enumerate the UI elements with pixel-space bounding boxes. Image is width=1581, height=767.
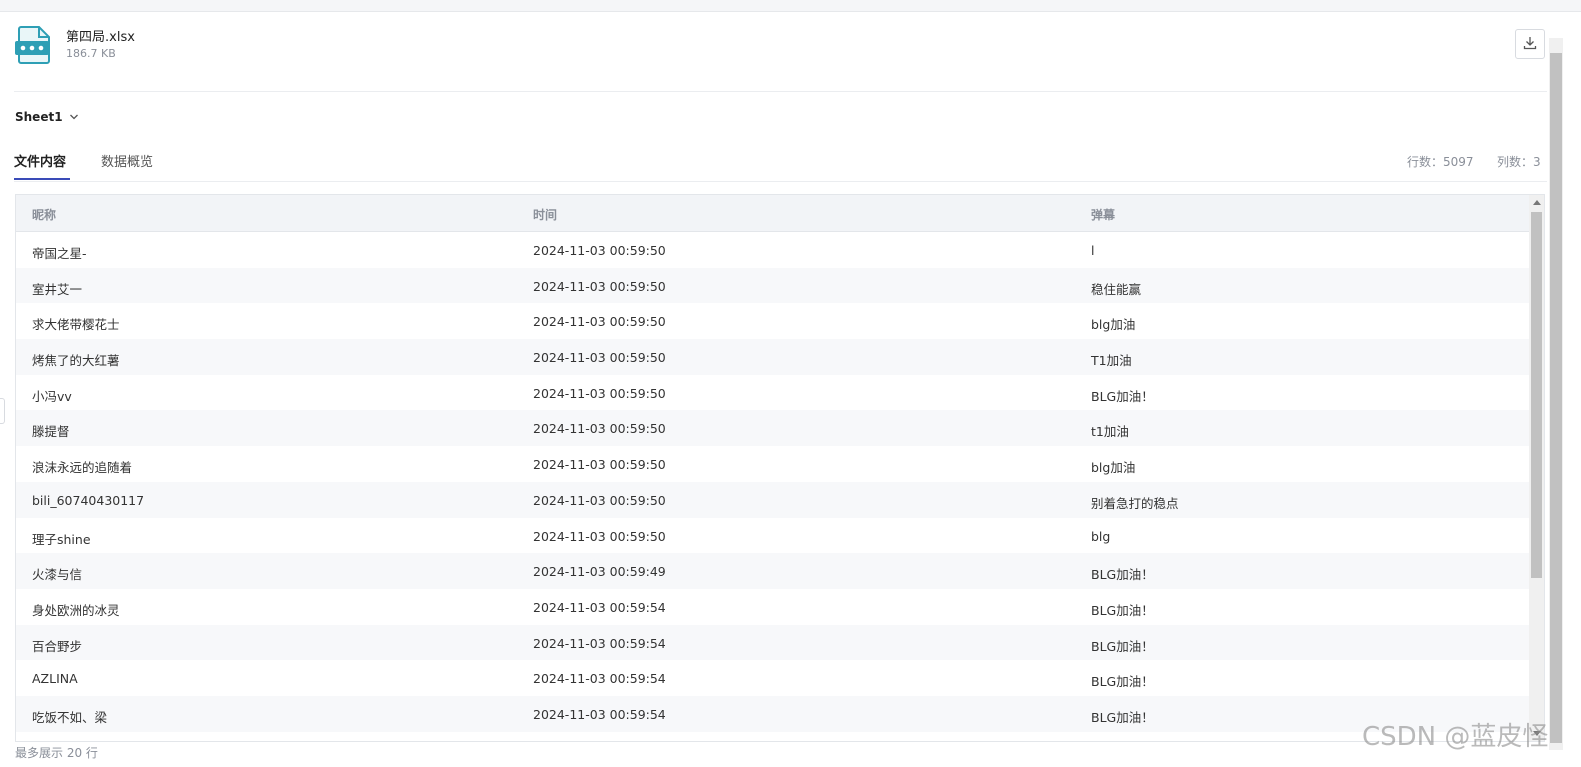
- row-count: 行数：5097: [1407, 155, 1474, 169]
- cell-time: 2024-11-03 00:59:50: [533, 314, 666, 330]
- divider: [14, 181, 1547, 182]
- data-table: 昵称 时间 弹幕 帝国之星- 2024-11-03 00:59:50 l 室井艾…: [15, 194, 1545, 742]
- cell-danmaku: blg加油: [1091, 317, 1136, 333]
- scroll-up-arrow-icon[interactable]: [1533, 200, 1541, 205]
- cell-nickname: 火漆与信: [32, 567, 83, 583]
- cell-nickname: 滕提督: [32, 424, 70, 440]
- cell-time: 2024-11-03 00:59:50: [533, 457, 666, 473]
- page-scrollbar-thumb[interactable]: [1550, 53, 1562, 743]
- divider: [14, 91, 1547, 92]
- cell-time: 2024-11-03 00:59:50: [533, 278, 666, 294]
- spreadsheet-file-icon: [15, 25, 53, 65]
- cell-danmaku: BLG加油！: [1091, 709, 1154, 725]
- table-row: 帝国之星- 2024-11-03 00:59:50 l: [16, 232, 1529, 268]
- table-row: 身处欧洲的冰灵 2024-11-03 00:59:54 BLG加油！: [16, 589, 1529, 625]
- cell-nickname: 理子shine: [32, 531, 91, 547]
- cell-time: 2024-11-03 00:59:50: [533, 350, 666, 366]
- table-row: 烤焦了的大红薯 2024-11-03 00:59:50 T1加油: [16, 339, 1529, 375]
- cell-time: 2024-11-03 00:59:50: [533, 243, 666, 258]
- table-row: 吃饭不如、梁 2024-11-03 00:59:54 BLG加油！: [16, 695, 1529, 732]
- cell-time: 2024-11-03 00:59:50: [533, 492, 666, 508]
- table-row: 理子shine 2024-11-03 00:59:50 blg: [16, 518, 1529, 554]
- cell-danmaku: l: [1091, 243, 1095, 258]
- cell-danmaku: BLG加油！: [1091, 602, 1154, 618]
- cell-danmaku: BLG加油！: [1091, 638, 1154, 654]
- cell-time: 2024-11-03 00:59:49: [533, 564, 666, 580]
- cell-danmaku: 稳住能赢: [1091, 281, 1142, 297]
- top-bar: [0, 0, 1581, 12]
- cell-nickname: AZLINA: [32, 671, 78, 687]
- table-row: 滕提督 2024-11-03 00:59:50 t1加油: [16, 410, 1529, 447]
- cell-nickname: bili_60740430117: [32, 492, 145, 508]
- watermark: CSDN @蓝皮怪: [1362, 722, 1549, 752]
- cell-time: 2024-11-03 00:59:50: [533, 528, 666, 544]
- cell-nickname: 吃饭不如、梁: [32, 709, 108, 725]
- sheet-label: Sheet1: [15, 110, 63, 124]
- download-icon: [1523, 35, 1537, 54]
- table-row: AZLINA 2024-11-03 00:59:54 BLG加油！: [16, 660, 1529, 696]
- cell-danmaku: 别着急打的稳点: [1091, 495, 1179, 511]
- side-panel-handle[interactable]: [0, 398, 5, 424]
- table-scrollbar[interactable]: [1529, 195, 1544, 741]
- column-header-danmaku[interactable]: 弹幕: [1091, 206, 1115, 223]
- cell-danmaku: BLG加油！: [1091, 567, 1154, 583]
- table-body: 帝国之星- 2024-11-03 00:59:50 l 室井艾一 2024-11…: [16, 232, 1529, 732]
- download-button[interactable]: [1515, 29, 1545, 59]
- cell-nickname: 室井艾一: [32, 281, 83, 297]
- cell-time: 2024-11-03 00:59:50: [533, 385, 666, 401]
- column-header-nickname[interactable]: 昵称: [32, 206, 56, 223]
- table-row: 火漆与信 2024-11-03 00:59:49 BLG加油！: [16, 553, 1529, 589]
- cell-danmaku: blg: [1091, 528, 1111, 544]
- table-row: 室井艾一 2024-11-03 00:59:50 稳住能赢: [16, 267, 1529, 304]
- tab-data-overview[interactable]: 数据概览: [101, 151, 153, 170]
- table-row: 求大佬带樱花士 2024-11-03 00:59:50 blg加油: [16, 303, 1529, 339]
- page-scrollbar[interactable]: [1549, 38, 1563, 750]
- cell-time: 2024-11-03 00:59:54: [533, 706, 666, 722]
- active-tab-indicator: [14, 178, 70, 180]
- file-header: [0, 12, 1549, 92]
- table-header: 昵称 时间 弹幕: [16, 195, 1529, 232]
- file-size: 186.7 KB: [66, 47, 116, 60]
- table-row: 百合野步 2024-11-03 00:59:54 BLG加油！: [16, 624, 1529, 661]
- table-row: 浪沫永远的追随着 2024-11-03 00:59:50 blg加油: [16, 446, 1529, 482]
- row-limit-note: 最多展示 20 行: [15, 746, 98, 760]
- column-count: 列数：3: [1497, 155, 1541, 169]
- cell-nickname: 求大佬带樱花士: [32, 317, 120, 333]
- cell-danmaku: BLG加油！: [1091, 674, 1154, 690]
- scrollbar-thumb[interactable]: [1531, 212, 1542, 578]
- table-row: 小冯vv 2024-11-03 00:59:50 BLG加油！: [16, 375, 1529, 411]
- cell-danmaku: t1加油: [1091, 424, 1129, 440]
- cell-time: 2024-11-03 00:59:54: [533, 671, 666, 687]
- cell-nickname: 烤焦了的大红薯: [32, 353, 120, 369]
- cell-nickname: 浪沫永远的追随着: [32, 460, 133, 476]
- column-header-time[interactable]: 时间: [533, 206, 557, 223]
- cell-nickname: 小冯vv: [32, 388, 72, 404]
- chevron-down-icon: [69, 110, 79, 124]
- cell-nickname: 帝国之星-: [32, 246, 87, 261]
- cell-danmaku: BLG加油！: [1091, 388, 1154, 404]
- file-name: 第四局.xlsx: [66, 30, 135, 45]
- cell-time: 2024-11-03 00:59:50: [533, 421, 666, 437]
- cell-nickname: 身处欧洲的冰灵: [32, 602, 120, 618]
- cell-time: 2024-11-03 00:59:54: [533, 599, 666, 615]
- cell-time: 2024-11-03 00:59:54: [533, 635, 666, 651]
- cell-nickname: 百合野步: [32, 638, 83, 654]
- cell-danmaku: T1加油: [1091, 353, 1132, 369]
- table-row: bili_60740430117 2024-11-03 00:59:50 别着急…: [16, 481, 1529, 518]
- tab-file-content[interactable]: 文件内容: [14, 151, 66, 170]
- sheet-selector[interactable]: Sheet1: [15, 110, 79, 124]
- cell-danmaku: blg加油: [1091, 460, 1136, 476]
